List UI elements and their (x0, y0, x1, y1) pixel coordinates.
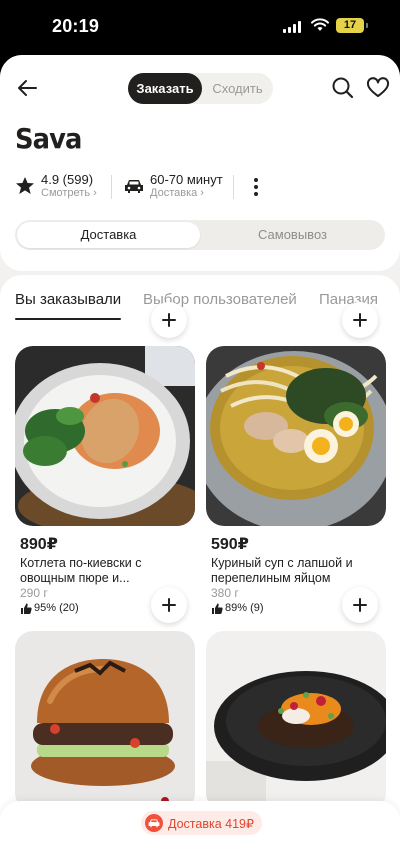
mode-visit-tab[interactable]: Сходить (202, 73, 273, 104)
delivery-link: Доставка (150, 187, 204, 199)
restaurant-name: Sava (15, 122, 82, 155)
product-photo (206, 346, 386, 526)
delivery-info[interactable]: 60-70 минут Доставка (124, 172, 234, 202)
product-rating: 89% (9) (211, 602, 264, 614)
product-name: Котлета по-киевски с овощным пюре и... (20, 556, 142, 585)
divider (233, 175, 234, 199)
delivery-tab[interactable]: Доставка (17, 222, 200, 248)
delivery-cost-label: Доставка 419₽ (168, 816, 254, 831)
product-rating: 95% (20) (20, 602, 79, 614)
product-photo (15, 631, 195, 811)
delivery-cost-pill[interactable]: Доставка 419₽ (141, 811, 262, 835)
plus-icon (162, 313, 176, 327)
status-time: 20:19 (52, 16, 100, 36)
plus-icon (353, 598, 367, 612)
active-tab-indicator (15, 318, 121, 320)
product-photo (15, 346, 195, 526)
back-arrow-icon (18, 80, 37, 96)
tab-ordered-before[interactable]: Вы заказывали (15, 291, 121, 308)
product-rating-value: 89% (9) (225, 602, 264, 614)
plus-icon (353, 313, 367, 327)
back-button[interactable] (14, 75, 40, 101)
product-price: 890₽ (20, 536, 58, 553)
rating-info[interactable]: 4.9 (599) Смотреть (15, 172, 115, 202)
thumbs-up-icon (21, 603, 32, 614)
search-icon[interactable] (330, 75, 356, 101)
car-icon (125, 180, 143, 193)
product-price: 590₽ (211, 536, 249, 553)
menu-section: Вы заказывали Выбор пользователей Панази… (0, 275, 400, 867)
more-icon[interactable] (249, 175, 263, 199)
add-to-cart-button[interactable] (342, 587, 378, 623)
restaurant-page: Заказать Сходить Sava 4.9 (599) Смотреть (0, 55, 400, 867)
product-weight: 290 г (20, 586, 48, 600)
pickup-tab[interactable]: Самовывоз (200, 220, 385, 250)
battery-icon: 17 (336, 18, 368, 33)
product-weight: 380 г (211, 586, 239, 600)
product-photo (206, 631, 386, 811)
restaurant-header: Заказать Сходить Sava 4.9 (599) Смотреть (0, 55, 400, 271)
car-icon (145, 814, 163, 832)
mode-switch: Заказать Сходить (128, 73, 273, 104)
signal-icon (283, 20, 301, 33)
delivery-time: 60-70 минут (150, 172, 223, 187)
wifi-icon (311, 18, 329, 31)
bottom-bar: Доставка 419₽ (0, 801, 400, 867)
restaurant-info-row: 4.9 (599) Смотреть 60-70 минут Доставка (15, 172, 385, 202)
product-rating-value: 95% (20) (34, 602, 79, 614)
star-icon (16, 177, 34, 194)
plus-icon (162, 598, 176, 612)
product-name: Куриный суп с лапшой и перепелиным яйцом (211, 556, 353, 585)
status-bar: 20:19 17 (0, 0, 400, 55)
heart-icon[interactable] (365, 75, 391, 101)
rating-value: 4.9 (599) (41, 172, 94, 187)
add-to-cart-button[interactable] (151, 302, 187, 338)
add-to-cart-button[interactable] (342, 302, 378, 338)
rating-link: Смотреть (41, 187, 97, 199)
divider (111, 175, 112, 199)
mode-order-tab[interactable]: Заказать (128, 73, 202, 104)
thumbs-up-icon (212, 603, 223, 614)
delivery-mode-switch: Самовывоз Доставка (15, 220, 385, 250)
add-to-cart-button[interactable] (151, 587, 187, 623)
